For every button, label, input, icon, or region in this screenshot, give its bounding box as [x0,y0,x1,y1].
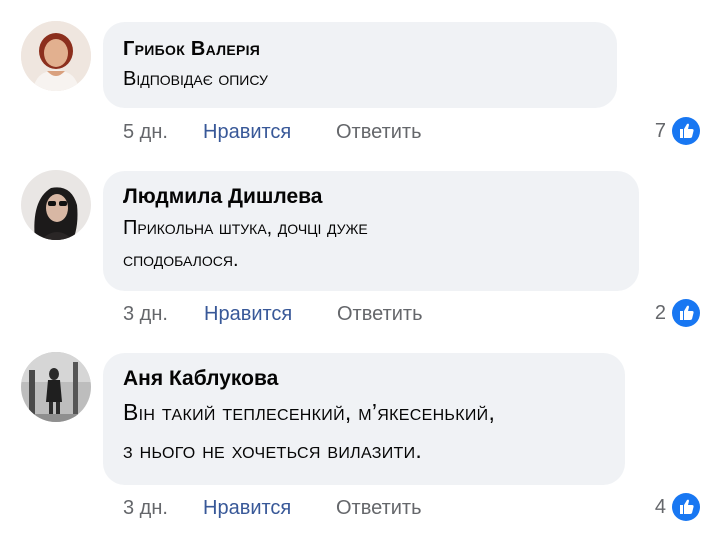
avatar-image [21,170,91,240]
like-button[interactable]: Нравится [203,121,291,144]
comment-text-line-1: Прикольна штука, дочці дуже [123,217,368,239]
comment-text: Відповідає опису [123,68,268,90]
comment-text-line-2: з нього не хочеться вилазити. [123,437,423,463]
comment-bubble: Аня Каблукова Він такий теплесенкий, м’я… [103,353,625,485]
comment-author[interactable]: Аня Каблукова [123,367,278,391]
comment-text-line-2: сподобалося. [123,249,239,271]
avatar-gribok-valeriia[interactable] [21,21,91,91]
comment-author[interactable]: Грибок Валерія [123,38,260,61]
reaction-count-value: 7 [654,120,666,142]
like-thumb-icon [672,493,700,521]
reply-button[interactable]: Ответить [336,121,422,144]
avatar-image [21,21,91,91]
like-button[interactable]: Нравится [204,303,292,326]
comment-bubble: Людмила Дишлева Прикольна штука, дочці д… [103,171,639,291]
comment-timestamp[interactable]: 3 дн. [123,303,168,326]
reaction-count-value: 2 [654,302,666,324]
comment-text-line-1: Він такий теплесенкий, м’якесенький, [123,399,496,425]
reply-button[interactable]: Ответить [336,497,422,520]
reply-button[interactable]: Ответить [337,303,423,326]
reaction-count-value: 4 [654,496,666,518]
comment-bubble: Грибок Валерія Відповідає опису [103,22,617,108]
like-button[interactable]: Нравится [203,497,291,520]
like-thumb-icon [672,299,700,327]
avatar-ania-kablukova[interactable] [21,352,91,422]
reaction-count[interactable]: 4 [620,492,700,522]
comment-author[interactable]: Людмила Дишлева [123,185,322,209]
like-thumb-icon [672,117,700,145]
avatar-image [21,352,91,422]
comment-timestamp[interactable]: 5 дн. [123,121,168,144]
avatar-liudmyla-dyshleva[interactable] [21,170,91,240]
comment-timestamp[interactable]: 3 дн. [123,497,168,520]
reaction-count[interactable]: 2 [620,298,700,328]
reaction-count[interactable]: 7 [620,116,700,146]
